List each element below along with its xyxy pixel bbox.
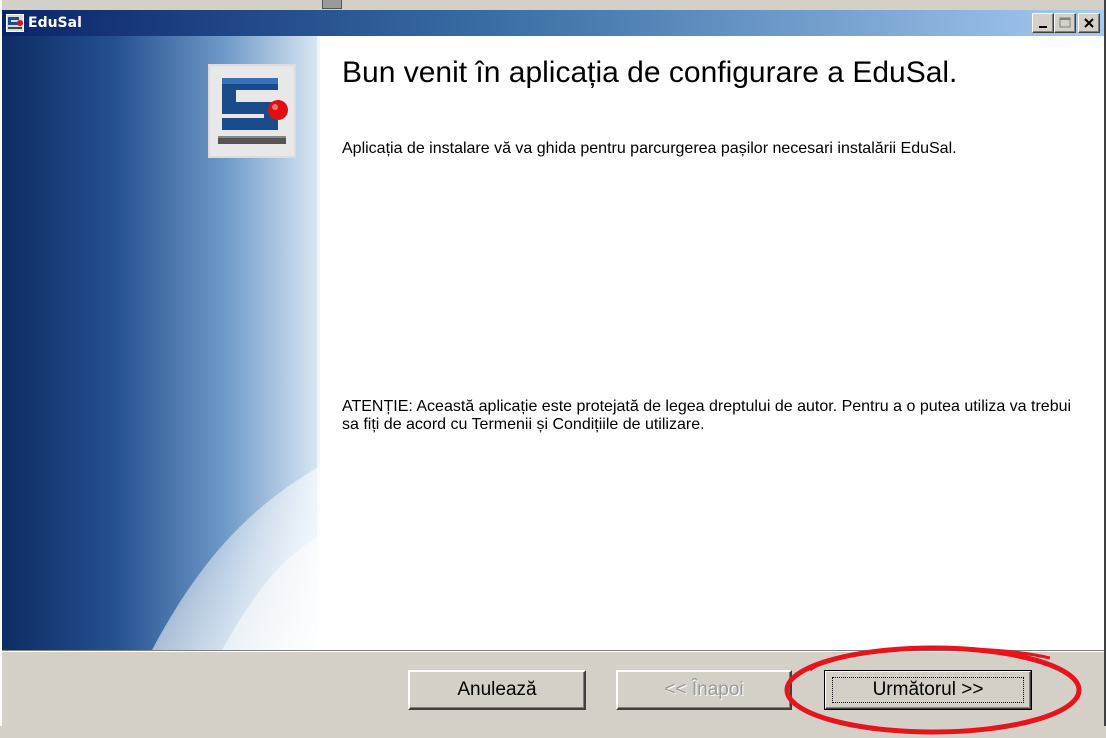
minimize-button[interactable] <box>1032 13 1054 33</box>
wizard-heading: Bun venit în aplicația de configurare a … <box>342 56 958 89</box>
close-icon <box>1084 18 1094 28</box>
edusal-app-icon <box>6 14 24 32</box>
window-title: EduSal <box>28 15 82 31</box>
copyright-warning: ATENȚIE: Această aplicație este protejat… <box>342 398 1072 433</box>
wizard-intro-text: Aplicația de instalare vă va ghida pentr… <box>342 140 957 157</box>
maximize-icon <box>1059 17 1071 28</box>
button-area-divider <box>2 650 1104 652</box>
cancel-button[interactable]: Anulează <box>408 670 586 710</box>
wizard-content: Bun venit în aplicația de configurare a … <box>2 36 1104 650</box>
back-button[interactable]: << Înapoi <box>616 670 792 710</box>
edusal-logo <box>208 64 296 158</box>
installer-window: EduSal Bun venit în aplicația de configu… <box>0 0 1106 735</box>
maximize-button[interactable] <box>1054 13 1076 33</box>
title-bar[interactable]: EduSal <box>2 10 1104 36</box>
minimize-icon <box>1039 26 1047 28</box>
next-button[interactable]: Următorul >> <box>824 670 1032 710</box>
caption-buttons <box>1032 13 1100 33</box>
close-button[interactable] <box>1078 13 1100 33</box>
next-button-label: Următorul >> <box>872 679 984 700</box>
background-window-fragment <box>322 0 342 9</box>
